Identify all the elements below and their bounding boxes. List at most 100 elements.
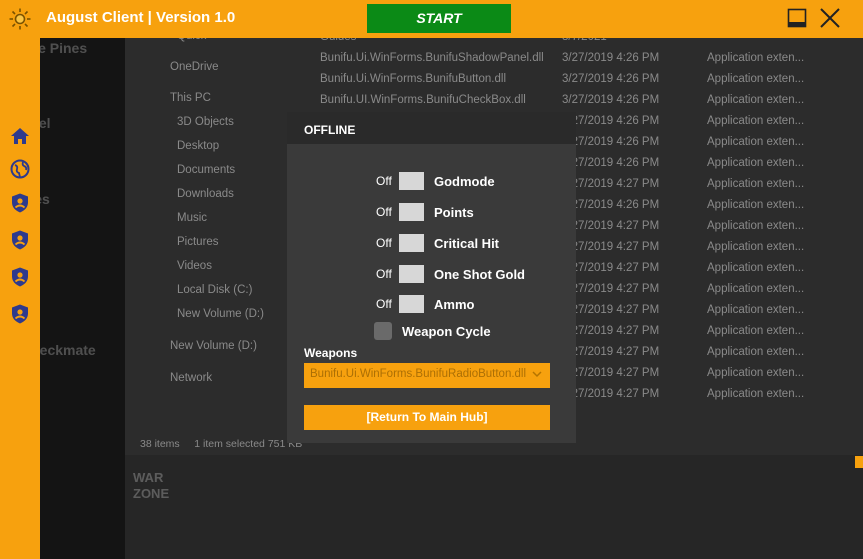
toggle-state: Off (374, 234, 399, 252)
shield-user-icon[interactable] (9, 229, 31, 251)
file-row-type: Application exten... (707, 157, 805, 169)
panel-header: OFFLINE (287, 112, 576, 144)
nav-item: Documents (177, 164, 236, 176)
nav-item: Network (170, 372, 213, 384)
file-row-type: Application exten... (707, 367, 805, 379)
sun-logo-icon (9, 8, 31, 30)
file-row-date: 3/27/2019 4:26 PM (562, 157, 660, 169)
file-row-type: Application exten... (707, 388, 805, 400)
critical-hit-toggle[interactable]: Off (374, 234, 424, 252)
weapon-cycle-label: Weapon Cycle (402, 324, 491, 339)
nav-item: Music (177, 212, 208, 224)
nav-item: This PC (170, 92, 211, 104)
file-row-type: Application exten... (707, 94, 805, 106)
panel-title: OFFLINE (304, 123, 356, 137)
file-row-type: Application exten... (707, 220, 805, 232)
file-row-date: 3/27/2019 4:26 PM (562, 52, 660, 64)
nav-item: OneDrive (170, 61, 219, 73)
maximize-icon[interactable] (787, 8, 807, 28)
toggle-knob (399, 203, 424, 221)
start-button[interactable]: START (367, 4, 511, 33)
nav-item: New Volume (D:) (170, 340, 257, 352)
toggle-knob (399, 295, 424, 313)
nav-item: Local Disk (C:) (177, 284, 253, 296)
file-row-date: 3/27/2019 4:26 PM (562, 136, 660, 148)
file-row-type: Application exten... (707, 241, 805, 253)
file-row-type: Application exten... (707, 304, 805, 316)
nav-item: Downloads (177, 188, 234, 200)
globe-icon[interactable] (9, 158, 31, 180)
file-row-date: 3/27/2019 4:27 PM (562, 304, 660, 316)
weapon-cycle-checkbox[interactable] (374, 322, 392, 340)
file-row-type: Application exten... (707, 52, 805, 64)
background-lower-strip (125, 455, 863, 559)
home-icon[interactable] (9, 125, 31, 147)
file-row-date: 3/27/2019 4:26 PM (562, 94, 660, 106)
file-row-date: 3/27/2019 4:27 PM (562, 262, 660, 274)
file-row-type: Application exten... (707, 178, 805, 190)
shield-user-icon[interactable] (9, 192, 31, 214)
toggle-knob (399, 172, 424, 190)
toggle-state: Off (374, 203, 399, 221)
file-row-name: Bunifu.Ui.WinForms.BunifuButton.dll (320, 73, 506, 85)
shield-user-icon[interactable] (9, 266, 31, 288)
file-row-date: 3/27/2019 4:27 PM (562, 241, 660, 253)
file-row-type: Application exten... (707, 346, 805, 358)
warzone-line: ZONE (133, 486, 170, 501)
file-row-type: Application exten... (707, 283, 805, 295)
points-label: Points (434, 205, 474, 220)
file-row-type: Application exten... (707, 136, 805, 148)
nav-item: Pictures (177, 236, 219, 248)
file-row-type: Application exten... (707, 73, 805, 85)
nav-item: 3D Objects (177, 116, 234, 128)
warzone-logo: WAR ZONE (133, 470, 169, 502)
file-row-date: 3/27/2019 4:26 PM (562, 73, 660, 85)
points-toggle[interactable]: Off (374, 203, 424, 221)
weapons-dropdown-value: Bunifu.Ui.WinForms.BunifuRadioButton.dll (310, 368, 527, 380)
file-row-date: 3/27/2019 4:27 PM (562, 388, 660, 400)
toggle-state: Off (374, 172, 399, 190)
chevron-down-icon (532, 371, 542, 378)
return-to-main-hub-button[interactable]: [Return To Main Hub] (304, 405, 550, 430)
offline-panel: OFFLINE Off Godmode Off Points Off Criti… (287, 112, 576, 443)
toggle-knob (399, 234, 424, 252)
file-row-date: 3/27/2019 4:27 PM (562, 178, 660, 190)
close-icon[interactable] (818, 6, 842, 30)
critical-hit-label: Critical Hit (434, 236, 500, 251)
nav-item: Videos (177, 260, 212, 272)
file-row-date: 3/27/2019 4:27 PM (562, 367, 660, 379)
file-row-date: 3/27/2019 4:26 PM (562, 199, 660, 211)
nav-item: New Volume (D:) (177, 308, 264, 320)
sidebar (0, 38, 40, 559)
ammo-label: Ammo (434, 297, 475, 312)
file-row-type: Application exten... (707, 199, 805, 211)
ammo-toggle[interactable]: Off (374, 295, 424, 313)
background-accent (855, 456, 863, 468)
toggle-knob (399, 265, 424, 283)
file-row-name: Bunifu.Ui.WinForms.BunifuShadowPanel.dll (320, 52, 544, 64)
nav-item: Desktop (177, 140, 220, 152)
file-row-type: Application exten... (707, 262, 805, 274)
warzone-line: WAR (133, 470, 164, 485)
title-bar[interactable]: August Client | Version 1.0 START (0, 0, 863, 38)
file-row-name: Bunifu.UI.WinForms.BunifuCheckBox.dll (320, 94, 526, 106)
explorer-status: 38 items 1 item selected 751 KB (140, 438, 302, 450)
weapons-label: Weapons (304, 346, 358, 360)
window-title: August Client | Version 1.0 (46, 9, 236, 26)
toggle-state: Off (374, 265, 399, 283)
file-row-date: 3/27/2019 4:27 PM (562, 220, 660, 232)
file-row-date: 3/27/2019 4:27 PM (562, 346, 660, 358)
godmode-toggle[interactable]: Off (374, 172, 424, 190)
shield-user-icon[interactable] (9, 303, 31, 325)
file-row-type: Application exten... (707, 325, 805, 337)
one-shot-gold-toggle[interactable]: Off (374, 265, 424, 283)
file-row-date: 3/27/2019 4:26 PM (562, 115, 660, 127)
weapons-dropdown[interactable]: Bunifu.Ui.WinForms.BunifuRadioButton.dll (304, 363, 550, 388)
file-row-date: 3/27/2019 4:27 PM (562, 325, 660, 337)
status-item-count: 38 items (140, 438, 180, 450)
file-row-type: Application exten... (707, 115, 805, 127)
one-shot-gold-label: One Shot Gold (434, 267, 525, 282)
godmode-label: Godmode (434, 174, 495, 189)
toggle-state: Off (374, 295, 399, 313)
file-row-date: 3/27/2019 4:27 PM (562, 283, 660, 295)
